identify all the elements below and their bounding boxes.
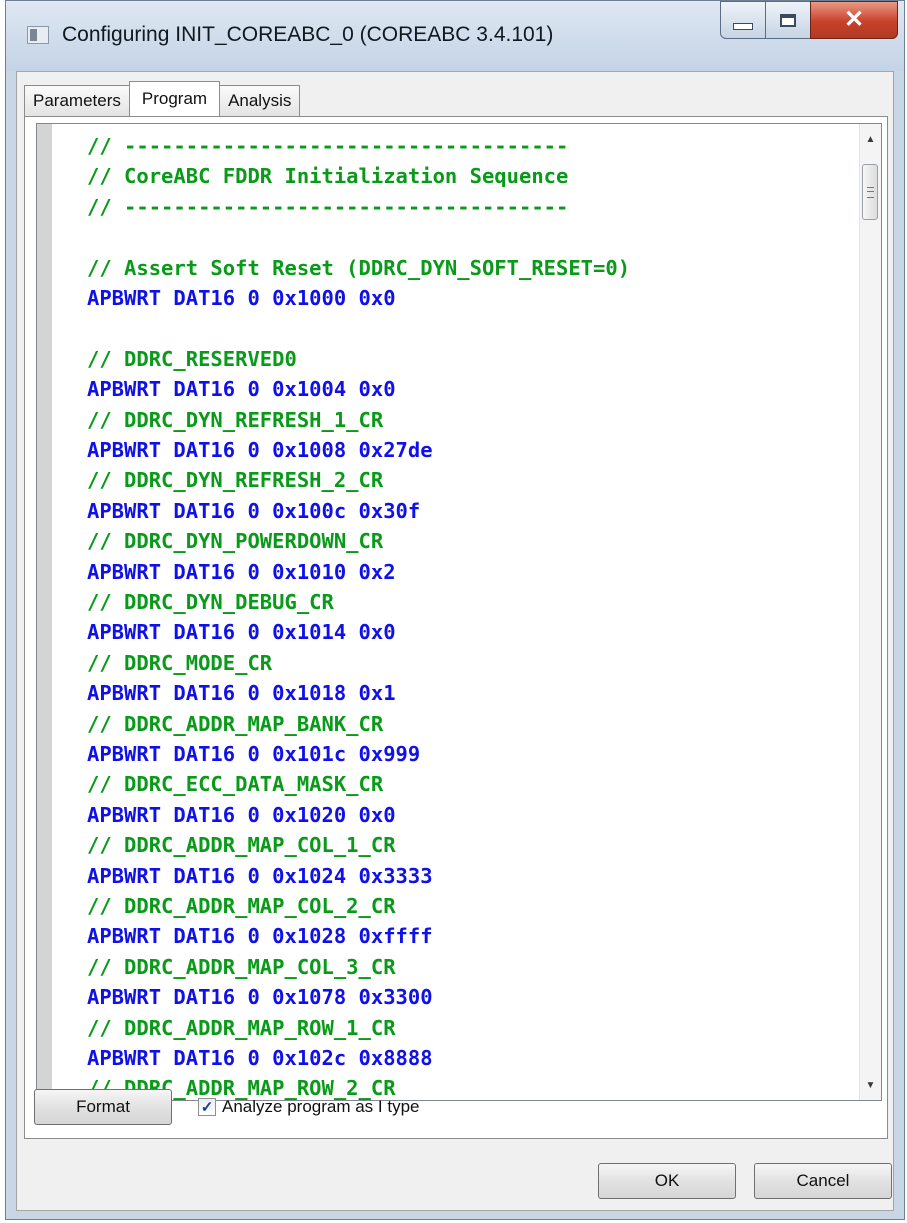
code-line-instruction: APBWRT DAT16 0 0x1014 0x0: [87, 620, 396, 645]
code-line-comment: // DDRC_DYN_POWERDOWN_CR: [87, 529, 384, 554]
code-line-instruction: APBWRT DAT16 0 0x1008 0x27de: [87, 438, 433, 462]
code-line-comment: // DDRC_DYN_REFRESH_2_CR: [87, 468, 384, 493]
code-line-comment: // DDRC_ADDR_MAP_BANK_CR: [87, 711, 384, 736]
code-line-instruction: APBWRT DAT16 0 0x100c 0x30f: [87, 498, 421, 523]
window-title: Configuring INIT_COREABC_0 (COREABC 3.4.…: [62, 23, 554, 46]
code-line-instruction: APBWRT DAT16 0 0x1004 0x0: [87, 377, 396, 402]
code-line-comment: // DDRC_ADDR_MAP_COL_1_CR: [87, 833, 396, 858]
tab-parameters[interactable]: Parameters: [24, 85, 130, 116]
minimize-icon: [733, 22, 753, 30]
code-line-instruction: APBWRT DAT16 0 0x1010 0x2: [87, 559, 396, 584]
close-button[interactable]: ✕: [810, 1, 898, 39]
code-area[interactable]: // ------------------------------------ /…: [61, 124, 859, 1100]
scroll-down-icon[interactable]: ▼: [860, 1074, 881, 1096]
tab-bar: Parameters Program Analysis: [24, 81, 301, 116]
code-line-comment: // DDRC_DYN_DEBUG_CR: [87, 590, 334, 614]
code-line-comment: // DDRC_ADDR_MAP_COL_3_CR: [87, 954, 396, 979]
title-bar[interactable]: Configuring INIT_COREABC_0 (COREABC 3.4.…: [6, 1, 904, 71]
minimize-button[interactable]: [720, 1, 766, 39]
code-line-instruction: APBWRT DAT16 0 0x1020 0x0: [87, 802, 396, 827]
scroll-thumb[interactable]: [862, 164, 878, 220]
code-line-instruction: APBWRT DAT16 0 0x102c 0x8888: [87, 1046, 433, 1070]
checkmark-icon: ✓: [200, 1099, 214, 1116]
analyze-checkbox-label: Analyze program as I type: [222, 1097, 420, 1116]
tab-program[interactable]: Program: [128, 81, 221, 116]
dialog-window: Configuring INIT_COREABC_0 (COREABC 3.4.…: [5, 0, 905, 1220]
maximize-button[interactable]: [765, 1, 811, 39]
code-line-comment: // DDRC_MODE_CR: [87, 650, 273, 675]
maximize-icon: [780, 13, 796, 27]
code-line-instruction: APBWRT DAT16 0 0x1000 0x0: [87, 286, 396, 310]
code-line-comment: // ------------------------------------: [87, 134, 569, 158]
program-editor[interactable]: // ------------------------------------ /…: [36, 123, 882, 1101]
cancel-button[interactable]: Cancel: [754, 1163, 892, 1199]
scroll-up-icon[interactable]: ▲: [860, 128, 881, 150]
code-line-comment: // DDRC_ADDR_MAP_ROW_1_CR: [87, 1015, 396, 1040]
ok-button[interactable]: OK: [598, 1163, 736, 1199]
code-line-comment: // Assert Soft Reset (DDRC_DYN_SOFT_RESE…: [87, 255, 631, 280]
code-line-instruction: APBWRT DAT16 0 0x1078 0x3300: [87, 985, 433, 1010]
tab-analysis[interactable]: Analysis: [219, 85, 301, 116]
code-line-instruction: APBWRT DAT16 0 0x1018 0x1: [87, 681, 396, 706]
code-line-instruction: APBWRT DAT16 0 0x1024 0x3333: [87, 863, 433, 888]
app-icon: [27, 26, 49, 44]
code-line-instruction: APBWRT DAT16 0 0x101c 0x999: [87, 742, 421, 766]
format-button[interactable]: Format: [34, 1089, 172, 1125]
editor-gutter: [37, 124, 52, 1100]
caption-buttons: ✕: [720, 1, 898, 39]
analyze-checkbox[interactable]: ✓: [198, 1098, 216, 1116]
code-line-comment: // DDRC_ADDR_MAP_COL_2_CR: [87, 894, 396, 918]
code-line-comment: // ------------------------------------: [87, 194, 569, 219]
vertical-scrollbar[interactable]: ▲ ▼: [859, 124, 881, 1100]
code-line-comment: // DDRC_DYN_REFRESH_1_CR: [87, 407, 384, 432]
close-icon: ✕: [843, 6, 865, 33]
code-line-comment: // DDRC_ECC_DATA_MASK_CR: [87, 772, 384, 797]
code-line-comment: // DDRC_RESERVED0: [87, 346, 297, 371]
code-line-instruction: APBWRT DAT16 0 0x1028 0xffff: [87, 924, 433, 949]
analyze-checkbox-row[interactable]: ✓ Analyze program as I type: [198, 1095, 419, 1119]
code-line-comment: // CoreABC FDDR Initialization Sequence: [87, 164, 569, 189]
